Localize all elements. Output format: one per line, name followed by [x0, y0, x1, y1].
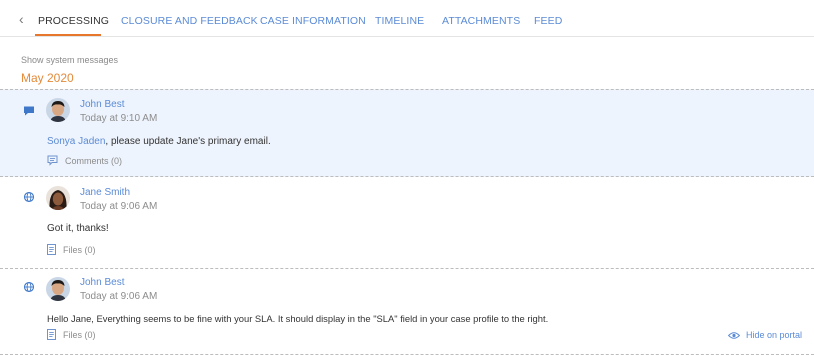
back-chevron-icon[interactable]: ‹ — [19, 12, 31, 26]
tab-attachments[interactable]: ATTACHMENTS — [442, 15, 520, 27]
post-timestamp: Today at 9:06 AM — [80, 291, 158, 302]
post-message: Hello Jane, Everything seems to be fine … — [47, 313, 549, 324]
tab-timeline[interactable]: TIMELINE — [375, 15, 424, 27]
feed-post: John Best Today at 9:06 AM Hello Jane, E… — [0, 269, 814, 355]
files-button[interactable]: Files (0) — [47, 329, 96, 340]
post-message-text: , please update Jane's primary email. — [105, 136, 271, 147]
feed-post: John Best Today at 9:10 AM Sonya Jaden, … — [0, 89, 814, 177]
post-message: Sonya Jaden, please update Jane's primar… — [47, 136, 271, 147]
show-system-messages-link[interactable]: Show system messages — [21, 55, 118, 65]
file-icon — [47, 329, 56, 340]
eye-icon — [727, 331, 740, 339]
mention-link[interactable]: Sonya Jaden — [47, 136, 105, 147]
tab-bar: ‹ PROCESSING CLOSURE AND FEEDBACK CASE I… — [0, 0, 814, 37]
comments-button[interactable]: Comments (0) — [47, 155, 122, 166]
post-author[interactable]: Jane Smith — [80, 187, 130, 198]
comment-icon — [47, 155, 58, 166]
post-author[interactable]: John Best — [80, 99, 124, 110]
tab-processing[interactable]: PROCESSING — [38, 15, 109, 27]
post-author[interactable]: John Best — [80, 277, 124, 288]
comments-label: Comments (0) — [65, 155, 123, 166]
hide-on-portal-label: Hide on portal — [745, 330, 802, 340]
globe-icon — [23, 191, 35, 203]
month-header: May 2020 — [21, 71, 74, 85]
post-timestamp: Today at 9:10 AM — [80, 113, 158, 124]
globe-icon — [23, 281, 35, 293]
file-icon — [47, 244, 56, 255]
avatar[interactable] — [46, 186, 70, 210]
files-label: Files (0) — [63, 329, 96, 340]
files-label: Files (0) — [63, 244, 96, 255]
avatar[interactable] — [46, 277, 70, 301]
active-tab-indicator — [35, 34, 101, 36]
avatar[interactable] — [46, 98, 70, 122]
tab-closure-and-feedback[interactable]: CLOSURE AND FEEDBACK — [121, 15, 258, 27]
tab-feed[interactable]: FEED — [534, 15, 562, 27]
chat-bubble-icon — [24, 106, 34, 116]
tab-case-information[interactable]: CASE INFORMATION — [260, 15, 366, 27]
feed-post: Jane Smith Today at 9:06 AM Got it, than… — [0, 177, 814, 269]
post-timestamp: Today at 9:06 AM — [80, 201, 158, 212]
files-button[interactable]: Files (0) — [47, 244, 96, 255]
post-message: Got it, thanks! — [47, 223, 109, 234]
hide-on-portal-button[interactable]: Hide on portal — [727, 330, 802, 340]
